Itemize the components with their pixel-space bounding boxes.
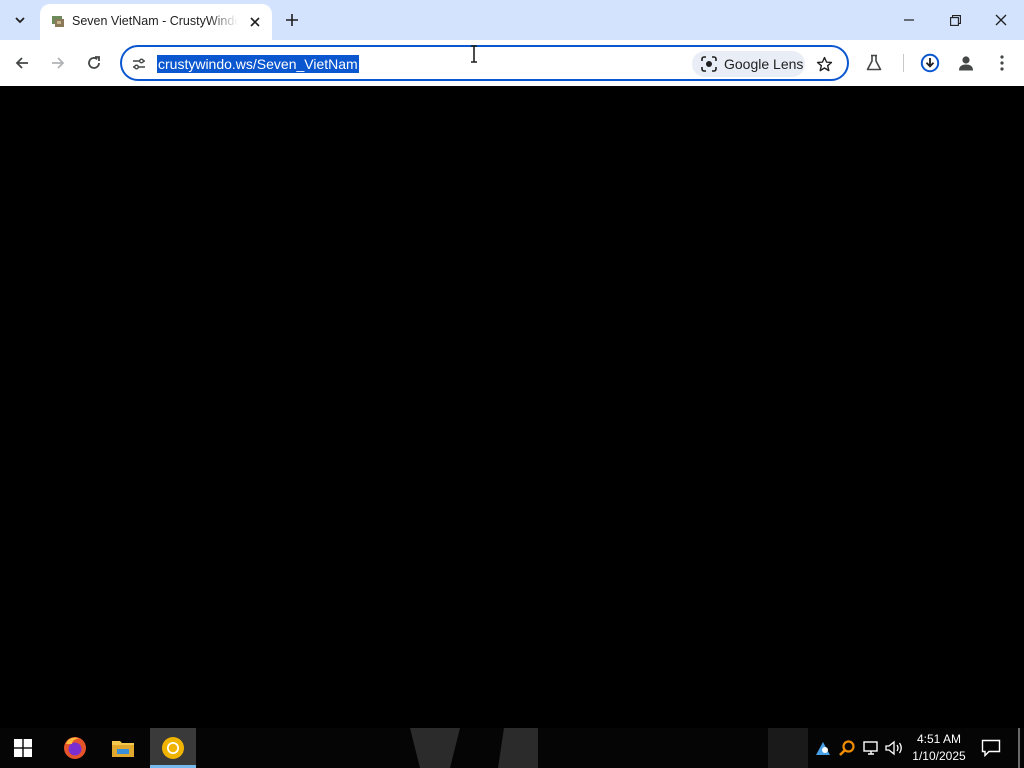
tray-network-user-icon[interactable]	[812, 737, 834, 759]
tab-close-button[interactable]	[244, 11, 266, 33]
tray-network-icon[interactable]	[860, 737, 882, 759]
minimize-button[interactable]	[886, 0, 932, 40]
arrow-right-icon	[52, 57, 65, 69]
background-shape	[498, 728, 538, 768]
taskbar-file-explorer[interactable]	[100, 728, 146, 768]
labs-button[interactable]	[860, 49, 888, 77]
google-lens-button[interactable]: Google Lens	[692, 51, 805, 77]
action-center-button[interactable]	[978, 736, 1004, 760]
taskbar: 4:51 AM 1/10/2025	[0, 728, 1024, 768]
close-icon	[250, 17, 260, 27]
flask-icon	[866, 54, 882, 71]
browser-toolbar: crustywindo.ws/Seven_VietNam Google Lens	[0, 40, 1024, 86]
menu-button[interactable]	[988, 49, 1016, 77]
new-tab-button[interactable]	[280, 8, 304, 32]
tab-strip: Seven VietNam - CrustyWindows	[0, 0, 1024, 40]
close-window-button[interactable]	[978, 0, 1024, 40]
screen: Seven VietNam - CrustyWindows	[0, 0, 1024, 768]
chrome-icon	[162, 737, 184, 759]
close-icon	[995, 14, 1007, 26]
start-button[interactable]	[0, 728, 46, 768]
windows-logo-icon	[14, 739, 32, 757]
back-button[interactable]	[8, 49, 36, 77]
minimize-icon	[904, 19, 914, 21]
downloads-button[interactable]	[916, 49, 944, 77]
taskbar-firefox[interactable]	[52, 728, 98, 768]
site-info-button[interactable]	[128, 53, 150, 75]
star-icon	[816, 56, 832, 71]
taskbar-chrome[interactable]	[150, 728, 196, 768]
text-cursor-icon	[471, 45, 477, 63]
favicon-icon	[52, 16, 64, 27]
url-text[interactable]: crustywindo.ws/Seven_VietNam	[157, 55, 359, 73]
firefox-icon	[64, 737, 86, 759]
tray-volume-icon[interactable]	[884, 737, 906, 759]
google-lens-label: Google Lens	[724, 56, 804, 72]
avatar-icon	[959, 56, 973, 71]
address-bar[interactable]: crustywindo.ws/Seven_VietNam Google Lens	[120, 45, 849, 81]
clock-time: 4:51 AM	[916, 732, 962, 746]
tab-search-button[interactable]	[6, 6, 34, 34]
forward-button[interactable]	[44, 49, 72, 77]
background-shape	[768, 728, 808, 768]
reload-button[interactable]	[80, 49, 108, 77]
reload-icon	[88, 56, 100, 69]
arrow-left-icon	[15, 57, 28, 69]
notification-icon	[981, 739, 1001, 757]
folder-icon	[112, 741, 134, 757]
download-icon	[920, 53, 940, 73]
bookmark-star-button[interactable]	[812, 52, 836, 76]
background-shape	[410, 728, 460, 768]
show-desktop-button[interactable]	[1018, 728, 1020, 768]
more-vert-icon	[1000, 55, 1004, 71]
tab-title: Seven VietNam - CrustyWindows	[72, 14, 238, 28]
tab-active[interactable]: Seven VietNam - CrustyWindows	[40, 4, 272, 40]
profile-button[interactable]	[952, 49, 980, 77]
tray-search-icon[interactable]	[836, 737, 858, 759]
tune-icon	[133, 58, 145, 70]
page-content[interactable]	[0, 86, 1024, 728]
restore-icon	[949, 14, 961, 26]
taskbar-clock[interactable]: 4:51 AM 1/10/2025	[906, 731, 972, 765]
restore-button[interactable]	[932, 0, 978, 40]
clock-date: 1/10/2025	[912, 749, 966, 763]
lens-icon	[701, 56, 717, 72]
toolbar-separator	[903, 54, 904, 72]
plus-icon	[286, 14, 298, 26]
chevron-down-icon	[15, 17, 25, 24]
